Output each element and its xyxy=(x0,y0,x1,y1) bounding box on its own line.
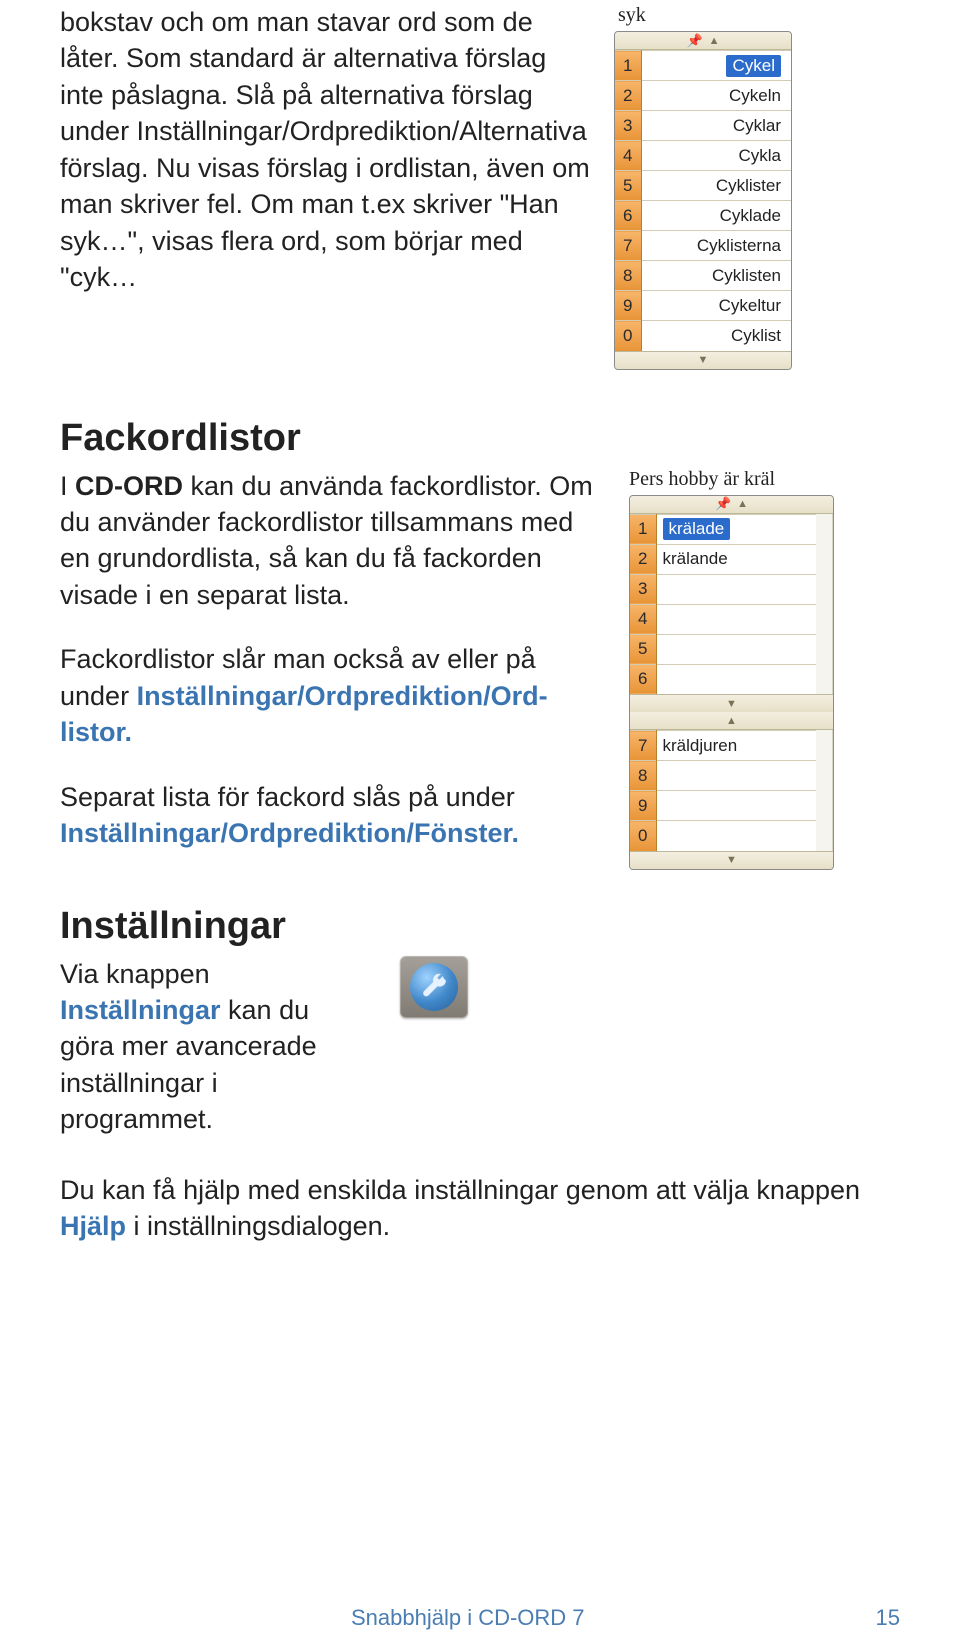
suggestion-word[interactable]: Cykeln xyxy=(641,81,791,111)
suggestion-word[interactable]: Cyklist xyxy=(641,321,791,351)
suggestion-row[interactable]: 4Cykla xyxy=(615,141,791,171)
suggestion-row[interactable]: 6 xyxy=(630,664,816,694)
suggestion-number: 1 xyxy=(615,51,641,81)
heading-fackordlistor: Fackordlistor xyxy=(60,417,900,460)
chevron-down-icon: ▼ xyxy=(698,354,709,366)
cdord-name: CD-ORD xyxy=(75,471,183,501)
panel-handle-mid2[interactable]: ▲ xyxy=(630,712,833,730)
panel-handle-bottom[interactable]: ▼ xyxy=(615,351,791,369)
suggestion-row[interactable]: 0Cyklist xyxy=(615,321,791,351)
suggestion-row[interactable]: 7kräldjuren xyxy=(630,731,816,761)
suggestion-number: 8 xyxy=(615,261,641,291)
suggestion-number: 0 xyxy=(615,321,641,351)
suggestion-row[interactable]: 8 xyxy=(630,761,816,791)
suggestion-row[interactable]: 4 xyxy=(630,604,816,634)
suggestion-word[interactable] xyxy=(656,574,816,604)
suggestion-row[interactable]: 2krälande xyxy=(630,544,816,574)
suggestion-number: 3 xyxy=(630,574,656,604)
suggestion-number: 6 xyxy=(630,664,656,694)
panel-handle-bottom[interactable]: ▼ xyxy=(630,851,833,869)
heading-installningar: Inställningar xyxy=(60,905,900,948)
suggestion-number: 1 xyxy=(630,514,656,544)
suggestion-word[interactable]: Cyklisterna xyxy=(641,231,791,261)
suggestion-word[interactable]: kräldjuren xyxy=(656,731,816,761)
footer-title: Snabbhjälp i CD-ORD 7 xyxy=(351,1605,585,1631)
suggestion-word[interactable]: Cykla xyxy=(641,141,791,171)
chevron-down-icon: ▼ xyxy=(726,854,737,866)
settings-button[interactable] xyxy=(400,956,468,1018)
suggestion-panel-2[interactable]: 📌▲ 1krälade2krälande3456 ▼ ▲ 7kräldjuren… xyxy=(629,495,834,870)
panel-handle-top[interactable]: 📌▲ xyxy=(615,32,791,50)
suggestion-panel-1[interactable]: 📌▲ 1Cykel2Cykeln3Cyklar4Cykla5Cyklister6… xyxy=(614,31,792,370)
panel-handle-top[interactable]: 📌▲ xyxy=(630,496,833,514)
suggestion-word[interactable]: Cykel xyxy=(641,51,791,81)
suggestion-word[interactable]: krälade xyxy=(656,514,816,544)
suggestion-word[interactable]: Cyklister xyxy=(641,171,791,201)
wrench-icon xyxy=(410,963,458,1011)
inst-paragraph-2: Du kan få hjälp med enskilda inställning… xyxy=(60,1172,900,1245)
fack-paragraph-2: Fackordlistor slår man också av eller på… xyxy=(60,641,605,750)
link-installningar: Inställningar xyxy=(60,995,221,1025)
suggestion-word[interactable] xyxy=(656,634,816,664)
suggestion-word[interactable] xyxy=(656,604,816,634)
suggestion-number: 5 xyxy=(615,171,641,201)
suggestion-row[interactable]: 2Cykeln xyxy=(615,81,791,111)
suggestion-word[interactable] xyxy=(656,761,816,791)
suggestion-word[interactable]: Cykeltur xyxy=(641,291,791,321)
suggestion-number: 6 xyxy=(615,201,641,231)
suggestion-row[interactable]: 8Cyklisten xyxy=(615,261,791,291)
suggestion-word[interactable]: krälande xyxy=(656,544,816,574)
chevron-up-icon: ▲ xyxy=(737,498,748,510)
fack-paragraph-1: I CD-ORD kan du använda fackordlistor. O… xyxy=(60,468,605,614)
suggestion-word[interactable] xyxy=(656,664,816,694)
suggestion-row[interactable]: 5 xyxy=(630,634,816,664)
suggestion-number: 3 xyxy=(615,111,641,141)
suggestion-word[interactable]: Cyklisten xyxy=(641,261,791,291)
inst-paragraph-1: Via knappen Inställningar kan du göra me… xyxy=(60,956,370,1138)
suggestion-row[interactable]: 9Cykeltur xyxy=(615,291,791,321)
suggestion-number: 8 xyxy=(630,761,656,791)
typed-text-2: Pers hobby är kräl xyxy=(629,468,834,491)
suggestion-word[interactable]: Cyklade xyxy=(641,201,791,231)
suggestion-row[interactable]: 0 xyxy=(630,821,816,851)
suggestion-number: 7 xyxy=(615,231,641,261)
suggestion-row[interactable]: 3 xyxy=(630,574,816,604)
suggestion-number: 4 xyxy=(630,604,656,634)
chevron-down-icon: ▼ xyxy=(726,698,737,710)
fack-paragraph-3: Separat lista för fackord slås på under … xyxy=(60,779,605,852)
suggestion-number: 2 xyxy=(615,81,641,111)
page-number: 15 xyxy=(876,1605,900,1631)
suggestion-word[interactable] xyxy=(656,821,816,851)
pin-icon: 📌 xyxy=(715,496,731,512)
suggestion-number: 9 xyxy=(630,791,656,821)
suggestion-number: 5 xyxy=(630,634,656,664)
link-fonster: Inställningar/Ordprediktion/Fönster. xyxy=(60,818,519,848)
suggestion-row[interactable]: 6Cyklade xyxy=(615,201,791,231)
suggestion-number: 4 xyxy=(615,141,641,171)
chevron-up-icon: ▲ xyxy=(726,715,737,727)
suggestion-row[interactable]: 7Cyklisterna xyxy=(615,231,791,261)
suggestion-row[interactable]: 1krälade xyxy=(630,514,816,544)
suggestion-row[interactable]: 5Cyklister xyxy=(615,171,791,201)
suggestion-number: 2 xyxy=(630,544,656,574)
link-hjalp: Hjälp xyxy=(60,1211,126,1241)
suggestion-number: 9 xyxy=(615,291,641,321)
typed-text-1: syk xyxy=(618,4,792,27)
suggestion-row[interactable]: 3Cyklar xyxy=(615,111,791,141)
suggestion-number: 0 xyxy=(630,821,656,851)
suggestion-row[interactable]: 1Cykel xyxy=(615,51,791,81)
suggestion-word[interactable] xyxy=(656,791,816,821)
suggestion-word[interactable]: Cyklar xyxy=(641,111,791,141)
panel-handle-mid[interactable]: ▼ xyxy=(630,694,833,712)
suggestion-number: 7 xyxy=(630,731,656,761)
pin-icon: 📌 xyxy=(686,33,702,49)
suggestion-row[interactable]: 9 xyxy=(630,791,816,821)
chevron-up-icon: ▲ xyxy=(709,35,720,47)
intro-paragraph: bokstav och om man stavar ord som de låt… xyxy=(60,7,590,292)
